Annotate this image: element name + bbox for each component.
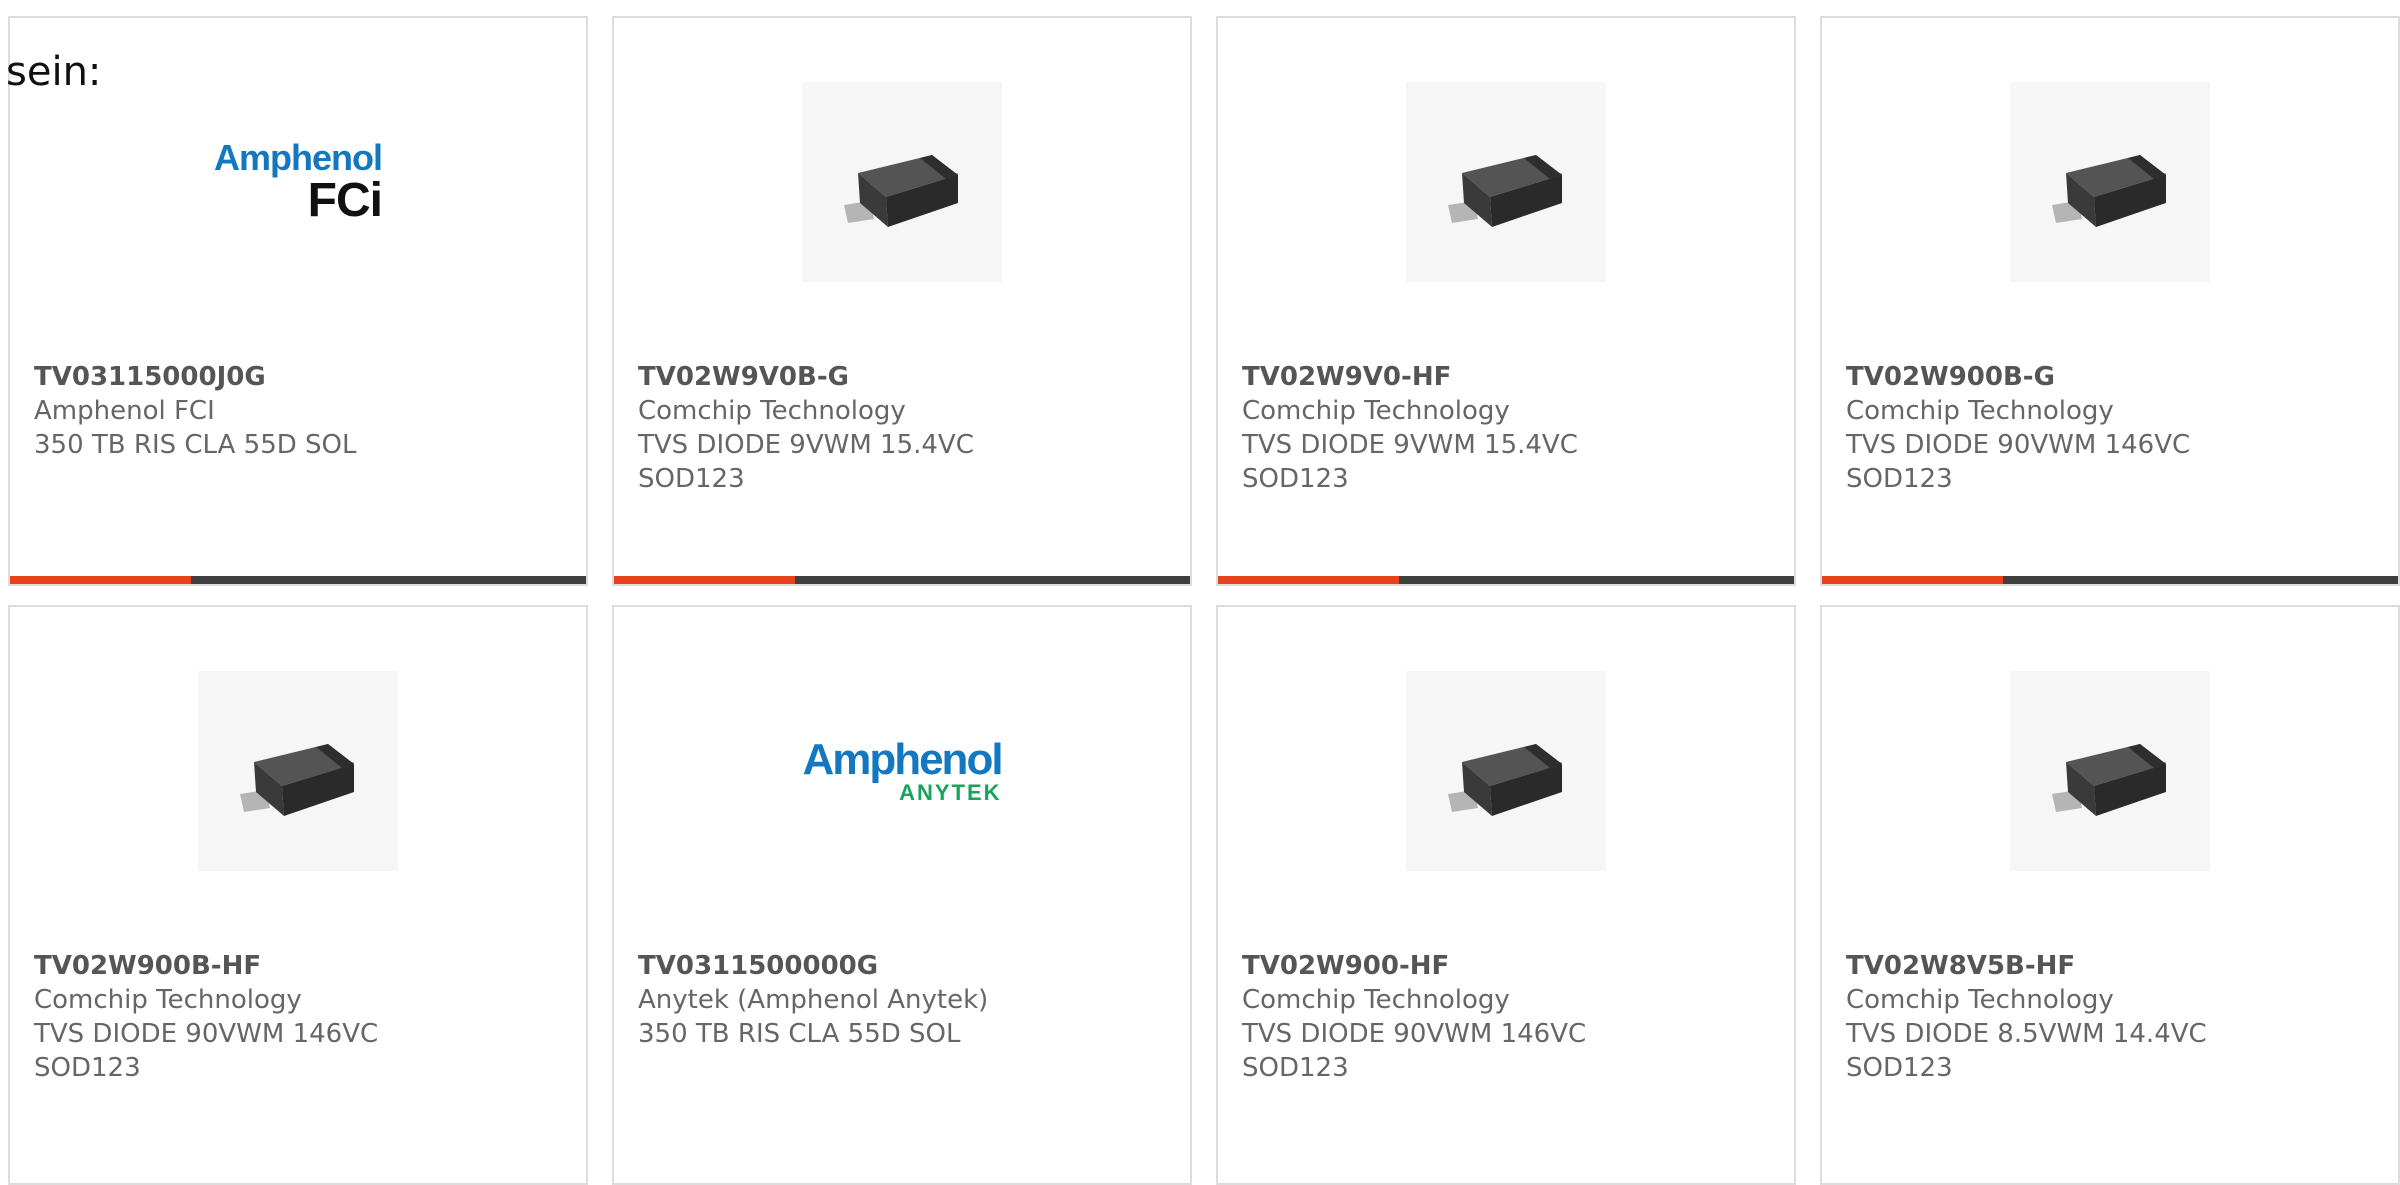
product-info: TV02W9V0-HF Comchip Technology TVS DIODE…: [1242, 360, 1778, 496]
intro-text: sein:: [6, 49, 102, 95]
product-image: Amphenol FCi: [10, 82, 586, 282]
product-info: TV02W8V5B-HF Comchip Technology TVS DIOD…: [1846, 949, 2382, 1085]
product-card[interactable]: TV02W9V0B-G Comchip Technology TVS DIODE…: [612, 16, 1192, 586]
part-number[interactable]: TV02W900B-G: [1846, 360, 2382, 394]
product-card[interactable]: TV02W900B-HF Comchip Technology TVS DIOD…: [8, 605, 588, 1185]
manufacturer: Amphenol FCI: [34, 396, 215, 426]
card-accent-fill: [1822, 576, 2004, 584]
sod123-diode-icon: [1406, 671, 1606, 871]
manufacturer: Comchip Technology: [1846, 985, 2114, 1015]
product-info: TV02W9V0B-G Comchip Technology TVS DIODE…: [638, 360, 1174, 496]
card-accent-fill: [10, 576, 192, 584]
description-package: SOD123: [1846, 464, 1953, 494]
manufacturer: Comchip Technology: [34, 985, 302, 1015]
product-info: TV0311500000G Anytek (Amphenol Anytek) 3…: [638, 949, 1174, 1051]
amphenol-anytek-logo: Amphenol ANYTEK: [792, 671, 1012, 871]
product-card[interactable]: TV02W900-HF Comchip Technology TVS DIODE…: [1216, 605, 1796, 1185]
part-number[interactable]: TV02W9V0-HF: [1242, 360, 1778, 394]
card-accent-fill: [614, 576, 796, 584]
sod123-diode-icon: [2010, 82, 2210, 282]
description: TVS DIODE 8.5VWM 14.4VC: [1846, 1019, 2207, 1049]
part-number[interactable]: TV0311500000G: [638, 949, 1174, 983]
product-image: [1218, 671, 1794, 871]
product-image: [614, 82, 1190, 282]
product-image: [1822, 671, 2398, 871]
manufacturer: Anytek (Amphenol Anytek): [638, 985, 989, 1015]
description: TVS DIODE 9VWM 15.4VC: [638, 430, 974, 460]
manufacturer: Comchip Technology: [1242, 985, 1510, 1015]
product-info: TV03115000J0G Amphenol FCI 350 TB RIS CL…: [34, 360, 570, 462]
amphenol-fci-logo: Amphenol FCi: [188, 82, 408, 282]
sod123-diode-icon: [2010, 671, 2210, 871]
description-package: SOD123: [34, 1053, 141, 1083]
product-card[interactable]: Amphenol ANYTEK TV0311500000G Anytek (Am…: [612, 605, 1192, 1185]
sod123-diode-icon: [802, 82, 1002, 282]
description: TVS DIODE 90VWM 146VC: [1242, 1019, 1587, 1049]
card-bottom-bar: [1822, 576, 2398, 584]
description-package: SOD123: [1242, 464, 1349, 494]
manufacturer: Comchip Technology: [1846, 396, 2114, 426]
logo-text-amphenol: Amphenol: [802, 735, 1003, 784]
manufacturer: Comchip Technology: [638, 396, 906, 426]
product-card[interactable]: TV02W8V5B-HF Comchip Technology TVS DIOD…: [1820, 605, 2400, 1185]
description: TVS DIODE 90VWM 146VC: [1846, 430, 2191, 460]
part-number[interactable]: TV02W900B-HF: [34, 949, 570, 983]
part-number[interactable]: TV02W9V0B-G: [638, 360, 1174, 394]
description-package: SOD123: [1846, 1053, 1953, 1083]
product-card[interactable]: TV02W9V0-HF Comchip Technology TVS DIODE…: [1216, 16, 1796, 586]
card-accent-fill: [1218, 576, 1400, 584]
card-bottom-bar: [10, 576, 586, 584]
sod123-diode-icon: [198, 671, 398, 871]
product-image: [10, 671, 586, 871]
description: TVS DIODE 9VWM 15.4VC: [1242, 430, 1578, 460]
logo-text-fci: FCi: [307, 174, 383, 227]
product-image: [1218, 82, 1794, 282]
description-package: SOD123: [638, 464, 745, 494]
product-info: TV02W900B-HF Comchip Technology TVS DIOD…: [34, 949, 570, 1085]
product-info: TV02W900B-G Comchip Technology TVS DIODE…: [1846, 360, 2382, 496]
product-image: [1822, 82, 2398, 282]
description: 350 TB RIS CLA 55D SOL: [638, 1019, 961, 1049]
description-package: SOD123: [1242, 1053, 1349, 1083]
sod123-diode-icon: [1406, 82, 1606, 282]
manufacturer: Comchip Technology: [1242, 396, 1510, 426]
card-bottom-bar: [1218, 576, 1794, 584]
product-card[interactable]: TV02W900B-G Comchip Technology TVS DIODE…: [1820, 16, 2400, 586]
product-image: Amphenol ANYTEK: [614, 671, 1190, 871]
part-number[interactable]: TV02W900-HF: [1242, 949, 1778, 983]
card-bottom-bar: [614, 576, 1190, 584]
product-info: TV02W900-HF Comchip Technology TVS DIODE…: [1242, 949, 1778, 1085]
description: 350 TB RIS CLA 55D SOL: [34, 430, 357, 460]
description: TVS DIODE 90VWM 146VC: [34, 1019, 379, 1049]
part-number[interactable]: TV03115000J0G: [34, 360, 570, 394]
product-card[interactable]: Amphenol FCi TV03115000J0G Amphenol FCI …: [8, 16, 588, 586]
logo-text-anytek: ANYTEK: [899, 780, 1002, 805]
part-number[interactable]: TV02W8V5B-HF: [1846, 949, 2382, 983]
logo-text-amphenol: Amphenol: [214, 137, 383, 178]
